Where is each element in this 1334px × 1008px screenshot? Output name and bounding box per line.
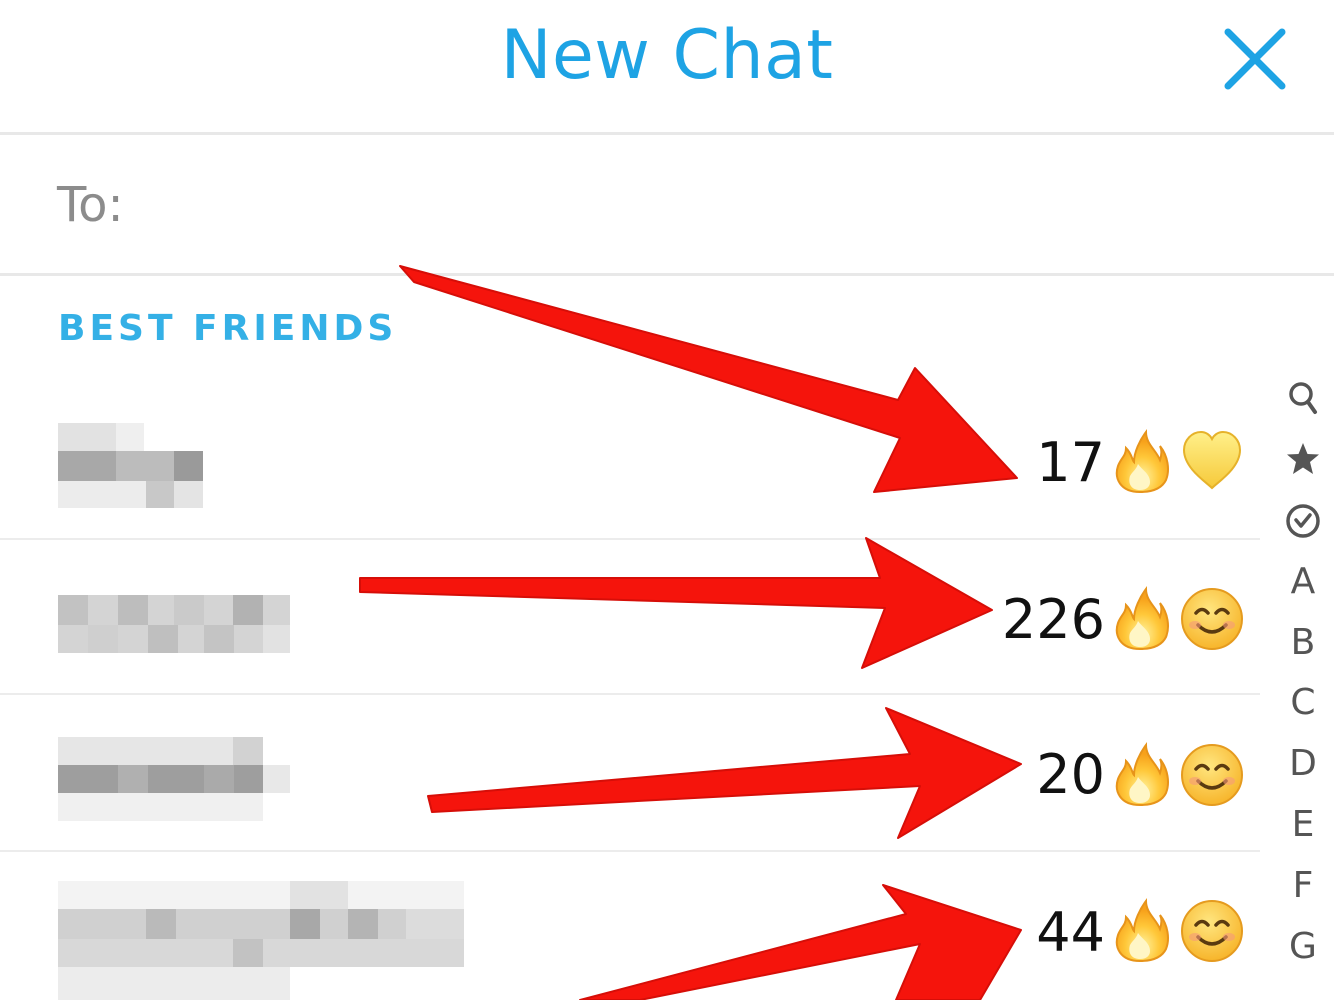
close-icon — [1224, 28, 1286, 90]
streak-count: 20 — [1036, 743, 1105, 806]
search-icon[interactable] — [1288, 381, 1318, 415]
index-letter-d[interactable]: D — [1278, 743, 1328, 784]
streak-count: 17 — [1036, 431, 1105, 494]
friend-row[interactable]: 20 — [0, 697, 1260, 852]
index-letter-f[interactable]: F — [1278, 865, 1328, 906]
to-label: To: — [57, 177, 124, 233]
friend-row[interactable]: 226 — [0, 540, 1260, 695]
section-title-best-friends: BEST FRIENDS — [58, 308, 398, 349]
index-letter-e[interactable]: E — [1278, 804, 1328, 845]
blurred-name — [58, 595, 290, 653]
blurred-name — [58, 737, 290, 821]
streak-count: 226 — [1001, 588, 1105, 651]
index-letter-b[interactable]: B — [1278, 622, 1328, 663]
index-letter-g[interactable]: G — [1278, 926, 1328, 967]
blurred-name — [58, 423, 203, 508]
header: New Chat — [0, 0, 1334, 135]
to-field[interactable]: To: — [0, 135, 1334, 276]
divider — [0, 850, 1260, 852]
friend-row[interactable]: 44 — [0, 853, 1260, 1008]
check-circle-icon[interactable] — [1285, 503, 1321, 539]
divider — [0, 693, 1260, 695]
blurred-name — [58, 881, 464, 1000]
index-letter-c[interactable]: C — [1278, 682, 1328, 723]
alphabet-index-bar[interactable]: A B C D E F G — [1278, 375, 1328, 1000]
page-title: New Chat — [500, 16, 834, 95]
friend-row[interactable]: 17 — [0, 385, 1260, 540]
star-icon[interactable] — [1285, 441, 1321, 477]
streak-count: 44 — [1036, 901, 1105, 964]
close-button[interactable] — [1222, 26, 1288, 92]
index-letter-a[interactable]: A — [1278, 561, 1328, 602]
